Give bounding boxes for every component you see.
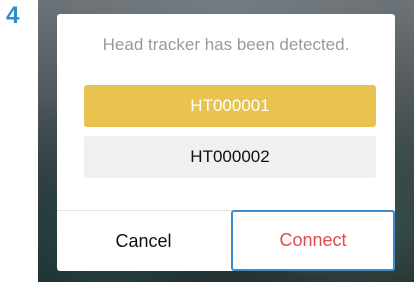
device-screen: Head tracker has been detected. HT000001… — [38, 0, 414, 282]
connect-button[interactable]: Connect — [231, 210, 395, 271]
dialog-message: Head tracker has been detected. — [102, 35, 350, 54]
tracker-list: HT000001 HT000002 — [84, 85, 376, 178]
tracker-option-ht000002[interactable]: HT000002 — [84, 136, 376, 178]
cancel-button[interactable]: Cancel — [57, 211, 230, 271]
tracker-option-ht000001[interactable]: HT000001 — [84, 85, 376, 127]
dialog-button-row: Cancel Connect — [57, 210, 395, 271]
head-tracker-dialog: Head tracker has been detected. HT000001… — [57, 14, 395, 271]
step-number: 4 — [6, 2, 20, 29]
